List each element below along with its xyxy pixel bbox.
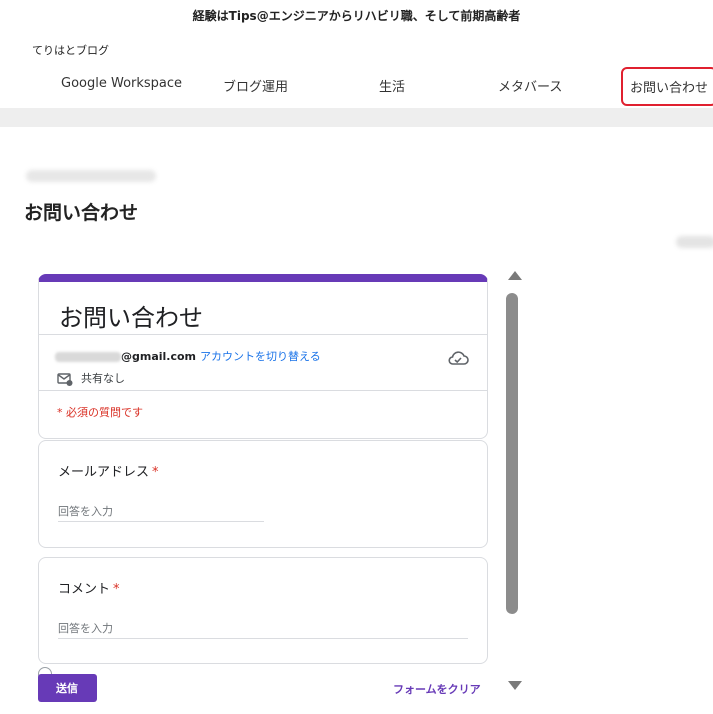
submit-button[interactable]: 送信 — [38, 674, 97, 702]
breadcrumb — [26, 170, 156, 182]
question-card-email: メールアドレス * — [38, 440, 488, 548]
triangle-up-icon[interactable] — [508, 271, 522, 280]
email-domain: @gmail.com — [121, 350, 197, 363]
header-divider-band — [0, 108, 713, 127]
form-scrollbar[interactable] — [505, 265, 525, 714]
nav-item-metaverse[interactable]: メタバース — [498, 76, 562, 95]
email-username-blurred — [55, 352, 121, 362]
nav-item-google-workspace[interactable]: Google Workspace — [61, 76, 182, 91]
nav-item-contact[interactable]: お問い合わせ — [621, 67, 713, 106]
blurred-side-text — [676, 236, 713, 248]
site-name[interactable]: てりはとブログ — [32, 42, 109, 58]
header-divider — [39, 334, 487, 335]
required-asterisk: * — [113, 582, 120, 597]
scrollbar-thumb[interactable] — [506, 293, 518, 614]
page-title: お問い合わせ — [24, 202, 139, 224]
embedded-google-form: お問い合わせ @gmail.com アカウントを切り替える 共有なし * 必須の質… — [30, 265, 525, 714]
mail-share-icon — [57, 373, 73, 386]
form-title: お問い合わせ — [59, 304, 203, 332]
switch-account-link[interactable]: アカウントを切り替える — [200, 350, 321, 363]
share-status-row: 共有なし — [57, 370, 125, 387]
question-label-email: メールアドレス * — [58, 465, 159, 480]
required-asterisk: * — [152, 465, 159, 480]
form-header-card: お問い合わせ @gmail.com アカウントを切り替える 共有なし * 必須の質… — [38, 274, 488, 439]
account-row: @gmail.com アカウントを切り替える — [55, 348, 321, 364]
question-label-comment: コメント * — [58, 582, 120, 597]
required-note: * 必須の質問です — [57, 406, 143, 419]
nav-item-blog[interactable]: ブログ運用 — [223, 76, 288, 95]
site-tagline: 経験はTips@エンジニアからリハビリ職、そして前期高齢者 — [192, 9, 521, 23]
comment-answer-input[interactable] — [58, 619, 468, 639]
account-divider — [39, 390, 487, 391]
share-status-text: 共有なし — [81, 372, 125, 385]
triangle-down-icon[interactable] — [508, 681, 522, 690]
clear-form-link[interactable]: フォームをクリア — [393, 681, 481, 697]
email-answer-input[interactable] — [58, 502, 264, 522]
cloud-check-icon — [448, 351, 469, 365]
main-nav: Google Workspace ブログ運用 生活 メタバース お問い合わせ — [0, 66, 713, 106]
question-card-comment: コメント * — [38, 557, 488, 664]
site-header: 経験はTips@エンジニアからリハビリ職、そして前期高齢者 てりはとブログ Go… — [0, 0, 713, 108]
nav-item-life[interactable]: 生活 — [379, 76, 405, 95]
